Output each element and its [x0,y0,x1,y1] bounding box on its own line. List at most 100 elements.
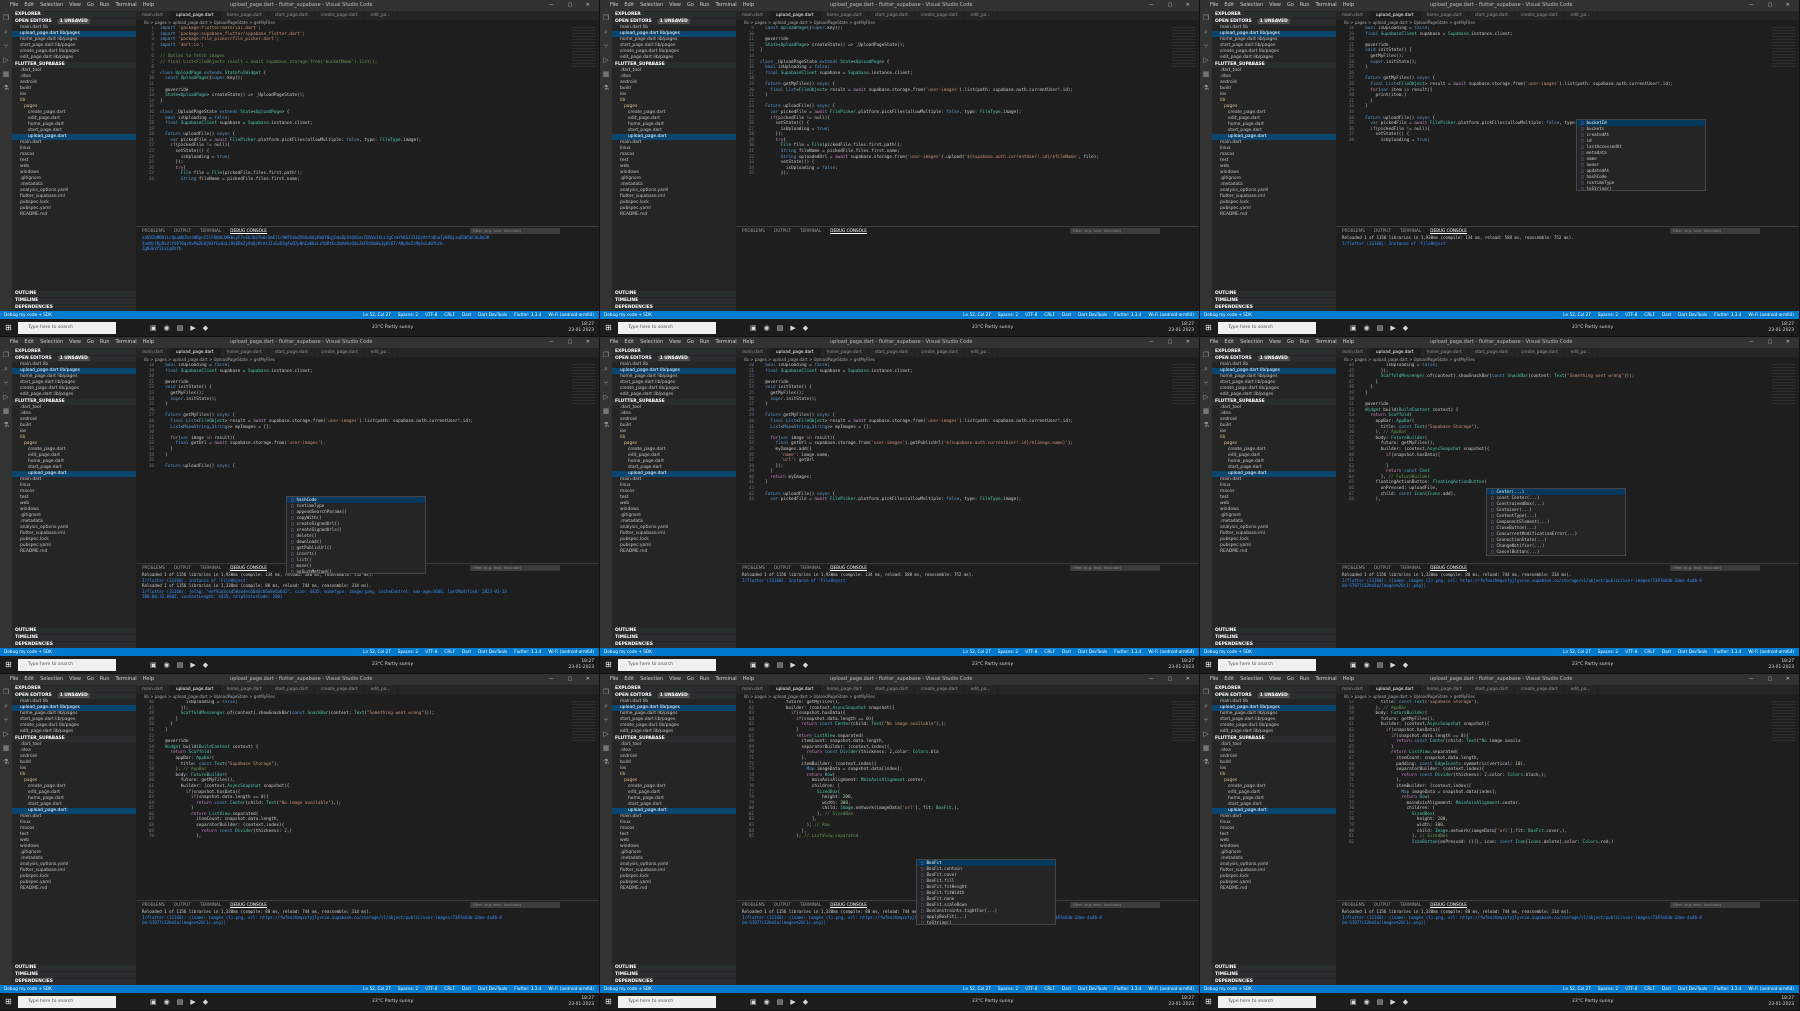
editor-tab[interactable]: start_page.dart [1469,685,1515,694]
extensions-icon[interactable]: ▦ [1200,67,1212,81]
menu-item-run[interactable]: Run [1300,2,1310,8]
panel-tab[interactable]: PROBLEMS [1342,228,1365,233]
windows-start-icon[interactable]: ⊞ [605,993,612,1010]
search-icon[interactable]: ⌕ [1200,362,1212,376]
editor-tab[interactable]: upload_page.dart [1369,11,1421,20]
menu-item-go[interactable]: Go [687,339,694,345]
editor-tab[interactable]: upload_page.dart [769,11,821,20]
panel-tab[interactable]: OUTPUT [1374,228,1391,233]
open-editor-item[interactable]: edit_page.dart lib/pages [1212,392,1336,398]
status-item[interactable]: Ln 52, Col 27 [1563,649,1591,654]
taskbar-search-box[interactable]: Type here to search [1218,996,1316,1008]
file-tree-item[interactable]: README.md [1212,549,1336,555]
menu-item-go[interactable]: Go [87,2,94,8]
menu-item-edit[interactable]: Edit [24,2,34,8]
window-controls[interactable]: — ▢ ✕ [549,0,596,11]
menu-item-edit[interactable]: Edit [1224,676,1234,682]
editor-tab[interactable]: home_page.dart [221,348,269,357]
weather-widget[interactable]: 23°C Partly sunny [972,993,1013,1010]
search-icon[interactable]: ⌕ [1200,25,1212,39]
status-item[interactable]: Dart DevTools [1078,312,1107,317]
editor-tab[interactable]: create_page.dart [915,348,965,357]
source-control-icon[interactable]: ⑂ [1200,713,1212,727]
autocomplete-suggestions[interactable]: Center(...)const Center(...)ConstrainedB… [1486,488,1626,556]
testing-icon[interactable]: ⚗ [600,81,612,95]
taskbar-pinned-apps[interactable]: ▣◉▤▶◆ [1350,656,1415,673]
minimap[interactable] [1172,364,1196,404]
status-item[interactable]: Ln 52, Col 27 [363,986,391,991]
files-icon[interactable]: ❐ [0,348,12,362]
source-control-icon[interactable]: ⑂ [600,376,612,390]
menu-item-edit[interactable]: Edit [624,2,634,8]
status-item[interactable]: CRLF [444,986,455,991]
code-editor[interactable]: 9 const UploadPage({super.key}); 10 11 @ov… [736,26,1199,226]
taskbar-search-box[interactable]: Type here to search [18,322,116,334]
run-debug-icon[interactable]: ▷ [1200,727,1212,741]
window-controls[interactable]: — ▢ ✕ [1149,337,1196,348]
window-controls[interactable]: — ▢ ✕ [1749,337,1796,348]
taskbar-pinned-apps[interactable]: ▣◉▤▶◆ [150,993,215,1010]
windows-start-icon[interactable]: ⊞ [605,656,612,673]
status-item[interactable]: Spaces: 2 [398,312,418,317]
status-item[interactable]: Dart DevTools [1678,312,1707,317]
status-item[interactable]: Ln 52, Col 27 [963,986,991,991]
editor-tab[interactable]: home_page.dart [221,685,269,694]
timeline-section-header[interactable]: TIMELINE [12,635,136,641]
autocomplete-suggestions[interactable]: BoxFitBoxFit.containBoxFit.coverBoxFit.f… [916,859,1056,925]
window-controls[interactable]: — ▢ ✕ [1149,674,1196,685]
menu-item-go[interactable]: Go [87,676,94,682]
editor-tab[interactable]: upload_page.dart [169,11,221,20]
status-debug-config[interactable]: Debug my code + SDK [1204,311,1252,319]
window-controls[interactable]: — ▢ ✕ [1149,0,1196,11]
menu-item-view[interactable]: View [669,676,681,682]
extensions-icon[interactable]: ▦ [1200,741,1212,755]
outline-section-header[interactable]: OUTLINE [612,291,736,297]
testing-icon[interactable]: ⚗ [1200,755,1212,769]
status-item[interactable]: Wi-Fi (android-arm64) [548,649,594,654]
source-control-icon[interactable]: ⑂ [600,39,612,53]
editor-tab[interactable]: start_page.dart [869,348,915,357]
menu-item-file[interactable]: File [610,2,618,8]
editor-tab[interactable]: home_page.dart [1421,11,1469,20]
open-editor-item[interactable]: edit_page.dart lib/pages [12,55,136,61]
file-tree-item[interactable]: README.md [1212,886,1336,892]
timeline-section-header[interactable]: TIMELINE [12,972,136,978]
editor-tab[interactable]: create_page.dart [315,348,365,357]
editor-tab[interactable]: create_page.dart [1515,11,1565,20]
menu-item-terminal[interactable]: Terminal [116,2,137,8]
suggestion-item[interactable]: toString() [1577,186,1705,190]
status-item[interactable]: Dart [462,986,471,991]
editor-tab[interactable]: create_page.dart [1515,685,1565,694]
taskbar-clock[interactable]: 18:27 23-01-2023 [1168,996,1194,1008]
outline-section-header[interactable]: OUTLINE [12,965,136,971]
menu-item-terminal[interactable]: Terminal [716,2,737,8]
menu-item-edit[interactable]: Edit [1224,339,1234,345]
minimap[interactable] [572,364,596,404]
files-icon[interactable]: ❐ [1200,11,1212,25]
panel-tab[interactable]: TERMINAL [1400,565,1421,570]
status-debug-config[interactable]: Debug my code + SDK [604,648,652,656]
search-icon[interactable]: ⌕ [1200,699,1212,713]
status-debug-config[interactable]: Debug my code + SDK [1204,985,1252,993]
weather-widget[interactable]: 23°C Partly sunny [972,656,1013,673]
taskbar-search-box[interactable]: Type here to search [618,996,716,1008]
status-item[interactable]: Dart [462,312,471,317]
editor-tab[interactable]: upload_page.dart [169,348,221,357]
panel-tab[interactable]: TERMINAL [1400,228,1421,233]
editor-tab[interactable]: main.dart [736,685,770,694]
console-filter-input[interactable]: Filter (e.g. text, !exclude) [1070,902,1160,908]
editor-tab[interactable]: home_page.dart [1421,348,1469,357]
menu-item-view[interactable]: View [1269,339,1281,345]
weather-widget[interactable]: 23°C Partly sunny [372,656,413,673]
menu-item-selection[interactable]: Selection [1240,339,1263,345]
extensions-icon[interactable]: ▦ [600,741,612,755]
windows-start-icon[interactable]: ⊞ [1205,656,1212,673]
panel-tab[interactable]: PROBLEMS [742,902,765,907]
taskbar-pinned-apps[interactable]: ▣◉▤▶◆ [150,319,215,336]
weather-widget[interactable]: 23°C Partly sunny [372,319,413,336]
panel-tab[interactable]: TERMINAL [800,565,821,570]
editor-tab[interactable]: start_page.dart [1469,348,1515,357]
testing-icon[interactable]: ⚗ [1200,418,1212,432]
menu-item-view[interactable]: View [69,2,81,8]
status-item[interactable]: Dart DevTools [1678,649,1707,654]
